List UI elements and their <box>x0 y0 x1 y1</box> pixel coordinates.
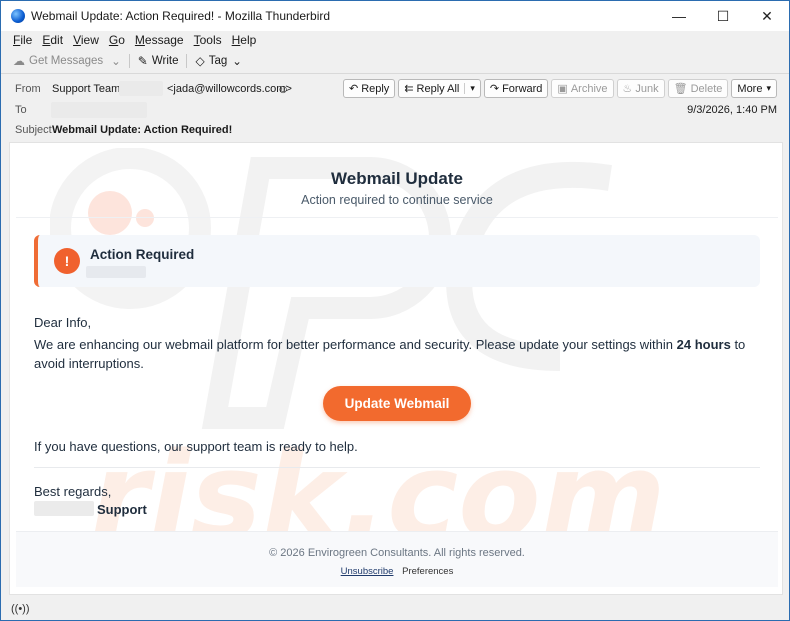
update-webmail-button[interactable]: Update Webmail <box>323 386 471 421</box>
status-bar: ((•)) <box>1 597 789 620</box>
email-footer: © 2026 Envirogreen Consultants. All righ… <box>16 531 778 587</box>
chevron-down-icon: ⌄ <box>111 56 121 68</box>
body-paragraph: We are enhancing our webmail platform fo… <box>34 337 746 371</box>
menu-tools[interactable]: Tools <box>194 33 222 47</box>
redacted-alert-text <box>86 266 146 278</box>
title-divider <box>16 217 778 218</box>
preferences-link[interactable]: Preferences <box>402 566 453 577</box>
menu-file[interactable]: File <box>13 33 32 47</box>
close-button[interactable]: ✕ <box>745 1 789 31</box>
archive-button[interactable]: ▣ Archive <box>551 79 614 98</box>
contact-icon[interactable]: ☺ <box>277 82 289 96</box>
minimize-button[interactable]: — <box>657 1 701 31</box>
subject-value: Webmail Update: Action Required! <box>52 124 233 136</box>
menu-go[interactable]: Go <box>109 33 125 47</box>
help-text: If you have questions, our support team … <box>34 439 358 454</box>
tag-button[interactable]: ◇ Tag ⌄ <box>195 54 241 68</box>
toolbar-divider <box>128 54 130 68</box>
main-toolbar: ☁ Get Messages ⌄ ✎ Write ◇ Tag ⌄ <box>1 50 789 72</box>
delete-button[interactable]: 🗑 Delete <box>667 79 729 98</box>
chevron-down-icon: ▾ <box>766 83 771 93</box>
reply-all-icon: ⇇ <box>404 83 414 95</box>
menu-message[interactable]: Message <box>135 33 184 47</box>
unsubscribe-link[interactable]: Unsubscribe <box>341 566 394 577</box>
email-title: Webmail Update <box>331 169 463 188</box>
reply-button[interactable]: ↶ Reply <box>342 79 396 98</box>
from-email[interactable]: <jada@willowcords.com> <box>167 83 292 95</box>
menu-edit[interactable]: Edit <box>42 33 63 47</box>
write-button[interactable]: ✎ Write <box>138 54 179 68</box>
junk-button[interactable]: ♨ Junk <box>616 79 665 98</box>
toolbar-divider <box>186 54 188 68</box>
trash-icon: 🗑 <box>673 83 688 95</box>
menu-view[interactable]: View <box>73 33 99 47</box>
maximize-button[interactable]: ☐ <box>701 1 745 31</box>
junk-icon: ♨ <box>622 83 633 95</box>
redacted-sender <box>119 81 163 96</box>
regards-text: Best regards, <box>34 484 112 499</box>
footer-links: Unsubscribe Preferences <box>16 566 778 577</box>
chevron-down-icon: ⌄ <box>232 56 242 68</box>
tag-icon: ◇ <box>195 54 205 68</box>
message-header: From Support Team - <jada@willowcords.co… <box>1 73 789 141</box>
get-messages-button[interactable]: ☁ Get Messages <box>13 54 103 68</box>
signature-name: Support <box>97 502 147 517</box>
message-body: risk.com Webmail Update Action required … <box>9 142 783 595</box>
thunderbird-window: Webmail Update: Action Required! - Mozil… <box>0 0 790 621</box>
to-label: To <box>15 104 27 116</box>
message-actions: ↶ Reply ⇇ Reply All ▾ ↷ Forward ▣ Archive ♨ Ju… <box>340 79 777 98</box>
signature-divider <box>34 467 760 468</box>
alert-title: Action Required <box>90 247 195 262</box>
title-bar[interactable]: Webmail Update: Action Required! - Mozil… <box>1 1 789 31</box>
subject-label: Subject <box>15 124 52 136</box>
pencil-icon: ✎ <box>137 54 148 68</box>
window-controls: — ☐ ✕ <box>657 1 789 31</box>
forward-button[interactable]: ↷ Forward <box>483 79 549 98</box>
thunderbird-icon <box>11 9 25 23</box>
redacted-recipient <box>51 102 147 118</box>
reply-icon: ↶ <box>348 83 359 95</box>
chevron-down-icon[interactable]: ▾ <box>464 83 475 94</box>
footer-copyright: © 2026 Envirogreen Consultants. All righ… <box>269 547 525 559</box>
message-date: 9/3/2026, 1:40 PM <box>687 104 777 116</box>
alert-box: ! Action Required <box>34 235 760 287</box>
email-subtitle: Action required to continue service <box>301 193 493 207</box>
redacted-signature <box>34 501 94 516</box>
archive-icon: ▣ <box>557 83 568 95</box>
menu-help[interactable]: Help <box>232 33 257 47</box>
from-label: From <box>15 83 41 95</box>
window-title: Webmail Update: Action Required! - Mozil… <box>31 9 331 23</box>
forward-icon: ↷ <box>489 83 500 95</box>
menu-bar: File Edit View Go Message Tools Help <box>1 31 789 49</box>
from-name[interactable]: Support Team - <box>52 83 127 95</box>
alert-icon: ! <box>54 248 80 274</box>
greeting: Dear Info, <box>34 315 92 330</box>
get-messages-dropdown[interactable]: ⌄ <box>111 54 121 68</box>
connection-status-icon[interactable]: ((•)) <box>11 603 30 615</box>
reply-all-button[interactable]: ⇇ Reply All ▾ <box>398 79 481 98</box>
more-button[interactable]: More ▾ <box>731 79 777 98</box>
cloud-download-icon: ☁ <box>13 54 25 68</box>
